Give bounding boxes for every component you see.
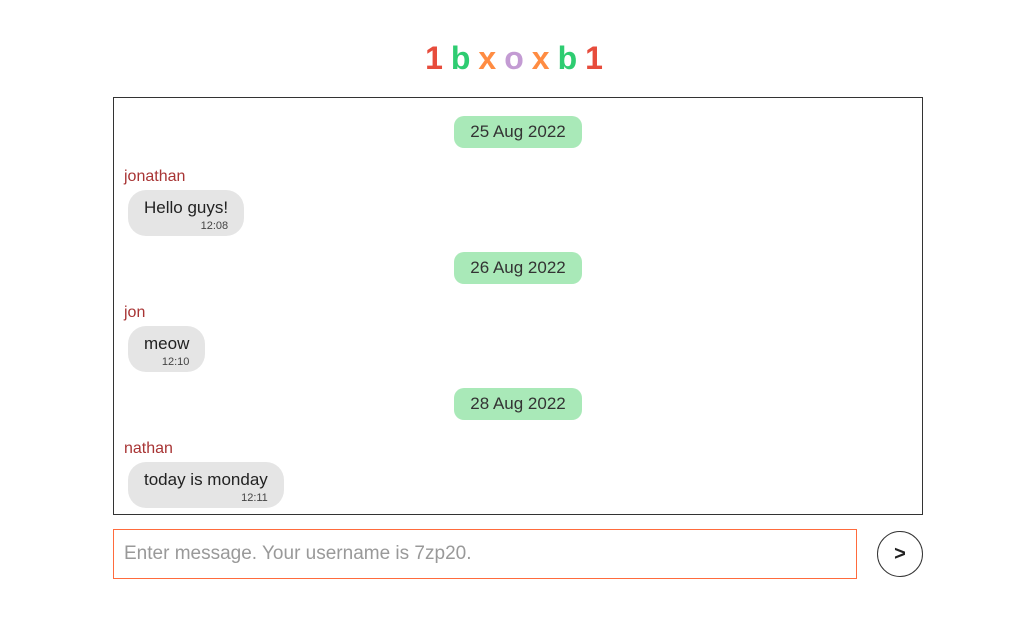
message-bubble: today is monday 12:11 — [128, 462, 284, 508]
logo-char: 1 — [585, 40, 611, 77]
message-time: 12:11 — [144, 492, 268, 504]
message-text: Hello guys! — [144, 198, 228, 218]
message-username: nathan — [122, 440, 914, 458]
input-row: > — [113, 529, 923, 579]
message-input[interactable] — [113, 529, 857, 579]
message-username: jonathan — [122, 168, 914, 186]
message-bubble: Hello guys! 12:08 — [128, 190, 244, 236]
date-row: 26 Aug 2022 — [122, 244, 914, 292]
date-row: 25 Aug 2022 — [122, 108, 914, 156]
logo-char: 1 — [425, 40, 451, 77]
logo-char: x — [478, 40, 504, 77]
date-badge: 26 Aug 2022 — [454, 252, 581, 284]
send-button[interactable]: > — [877, 531, 923, 577]
logo-char: b — [451, 40, 479, 77]
app-logo: 1bxoxb1 — [0, 0, 1036, 97]
message-text: today is monday — [144, 470, 268, 490]
messages-panel[interactable]: 25 Aug 2022 jonathan Hello guys! 12:08 26 Au… — [113, 97, 923, 515]
message-time: 12:08 — [144, 220, 228, 232]
logo-char: x — [532, 40, 558, 77]
logo-char: o — [504, 40, 532, 77]
logo-char: b — [558, 40, 586, 77]
message-bubble: meow 12:10 — [128, 326, 205, 372]
date-badge: 28 Aug 2022 — [454, 388, 581, 420]
message-time: 12:10 — [144, 356, 189, 368]
message-text: meow — [144, 334, 189, 354]
message-username: jon — [122, 304, 914, 322]
date-row: 28 Aug 2022 — [122, 380, 914, 428]
date-badge: 25 Aug 2022 — [454, 116, 581, 148]
